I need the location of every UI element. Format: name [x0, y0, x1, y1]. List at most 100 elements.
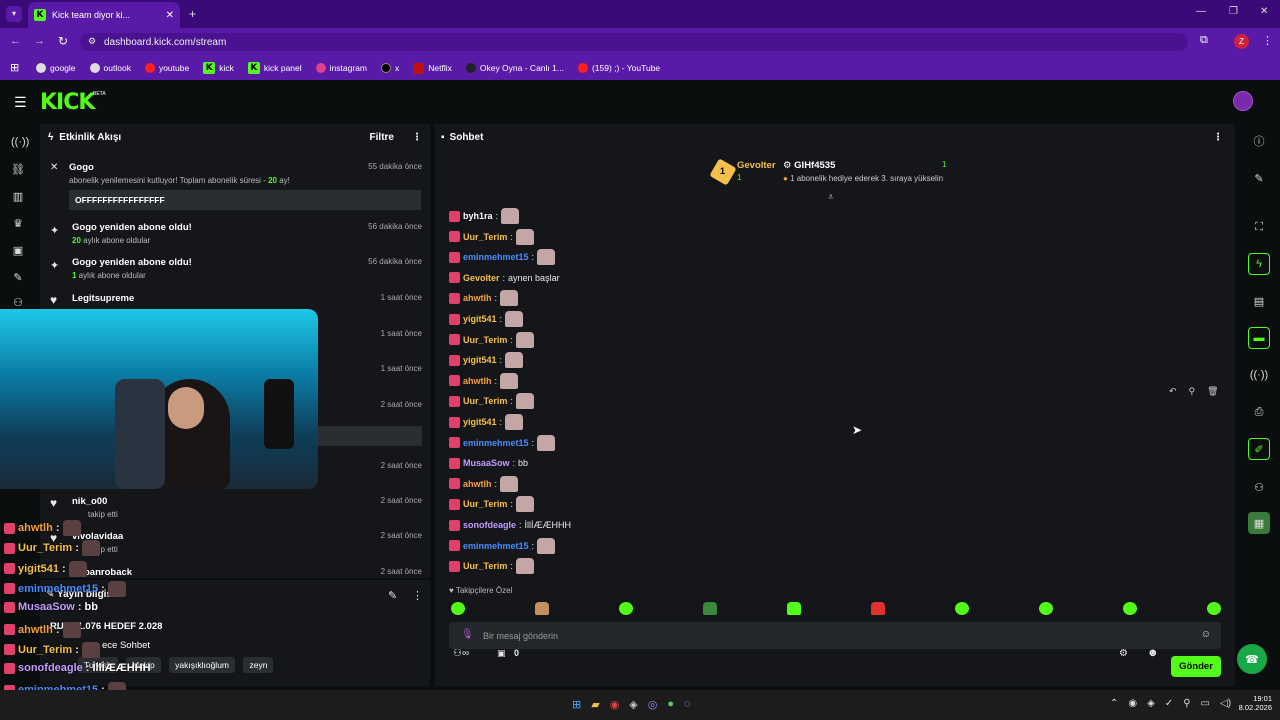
link-icon[interactable]: ⛓ [11, 163, 25, 177]
users-icon[interactable]: ⚇ [11, 296, 25, 310]
chat-input[interactable]: 🎙 Bir mesaj gönderin ☺ [449, 622, 1221, 649]
hamburger-menu-icon[interactable]: ☰ [14, 94, 27, 111]
reload-icon[interactable]: ↻ [58, 34, 68, 48]
chat-username[interactable]: yigit541 [463, 355, 497, 365]
chat-username[interactable]: ahwtlh [463, 293, 492, 303]
minimize-icon[interactable]: — [1196, 6, 1206, 17]
broadcast-icon[interactable]: ((·)) [1248, 364, 1270, 386]
mic-icon[interactable]: 🎙 [461, 629, 474, 640]
chat-message[interactable]: ahwtlh: [449, 371, 519, 391]
analytics-icon[interactable]: ▥ [11, 190, 25, 204]
chat-username[interactable]: Uur_Terim [463, 396, 507, 406]
emote-icon[interactable] [703, 602, 717, 615]
clipboard-icon[interactable]: ▤ [1248, 290, 1270, 312]
chat-username[interactable]: Uur_Terim [463, 232, 507, 242]
tray-mic-icon[interactable]: ⚲ [1183, 698, 1190, 709]
emote-icon[interactable] [787, 602, 801, 615]
print-icon[interactable]: ⎙ [1248, 401, 1270, 423]
chat-menu-icon[interactable]: ⋮ [1213, 132, 1223, 143]
chat-username[interactable]: yigit541 [463, 314, 497, 324]
user-avatar[interactable] [1233, 91, 1253, 111]
emote-icon[interactable] [1207, 602, 1221, 615]
chat-message[interactable]: eminmehmet15: [449, 536, 556, 556]
site-info-icon[interactable]: ⚙ [88, 36, 96, 47]
game-icon[interactable]: ▦ [1248, 512, 1270, 534]
network-icon[interactable]: ▭ [1201, 698, 1210, 709]
close-window-icon[interactable]: ✕ [1260, 6, 1268, 17]
filter-button[interactable]: Filtre [370, 132, 394, 143]
edit-info-icon[interactable]: ✎ [388, 589, 397, 602]
chat-username[interactable]: eminmehmet15 [463, 252, 529, 262]
emote-icon[interactable] [871, 602, 885, 615]
chat-username[interactable]: yigit541 [463, 417, 497, 427]
emote-icon[interactable] [535, 602, 549, 615]
apps-grid-icon[interactable]: ⊞ [10, 61, 19, 74]
pin-icon[interactable]: ⚲ [1189, 386, 1196, 397]
bookmark-outlook[interactable]: outlook [89, 63, 131, 73]
profile-avatar[interactable]: Z [1234, 34, 1249, 49]
send-button[interactable]: Gönder [1171, 656, 1221, 677]
video-icon[interactable]: ▣ [11, 244, 25, 258]
emote-icon[interactable] [955, 602, 969, 615]
chat-message[interactable]: eminmehmet15: [449, 433, 556, 453]
chat-username[interactable]: sonofdeagle [463, 520, 516, 530]
extensions-icon[interactable]: ⧉ [1200, 34, 1208, 47]
tools-icon[interactable]: ✐ [1248, 438, 1270, 460]
bookmark-instagram[interactable]: instagram [315, 63, 367, 73]
spotify-icon[interactable]: ● [667, 698, 674, 711]
bookmark-kick-panel[interactable]: Kkick panel [247, 62, 302, 74]
collapse-icon[interactable]: ⩡ [828, 192, 834, 203]
chat-username[interactable]: ahwtlh [463, 479, 492, 489]
bookmark-youtube-video[interactable]: (159) ;) - YouTube [577, 63, 660, 73]
bookmark-youtube[interactable]: youtube [144, 63, 189, 73]
steam-icon[interactable]: ◈ [629, 698, 637, 711]
chrome-icon[interactable]: ◉ [610, 698, 620, 711]
tray-app-icon[interactable]: ◉ [1128, 698, 1137, 709]
chat-message[interactable]: Uur_Terim: [449, 330, 534, 350]
chat-message[interactable]: ahwtlh: [449, 474, 519, 494]
chat-message[interactable]: eminmehmet15: [449, 247, 556, 267]
tray-expand-icon[interactable]: ⌃ [1110, 698, 1118, 709]
delete-icon[interactable]: 🗑 [1207, 386, 1218, 397]
obs-icon[interactable]: ◌ [684, 698, 691, 711]
emote-icon[interactable] [451, 602, 465, 615]
bookmark-netflix[interactable]: Netflix [413, 62, 452, 74]
discord-icon[interactable]: ◎ [648, 698, 658, 711]
close-tab-icon[interactable]: ✕ [166, 10, 174, 21]
bookmark-kick[interactable]: Kkick [203, 62, 234, 74]
chat-message[interactable]: Gevolter: aynen başlar [449, 268, 560, 288]
tab-search-icon[interactable]: ▾ [6, 6, 22, 22]
support-icon[interactable]: ☎ [1237, 644, 1267, 674]
chat-message[interactable]: Uur_Terim: [449, 494, 534, 514]
bookmark-x[interactable]: x [380, 63, 399, 73]
chat-username[interactable]: eminmehmet15 [463, 541, 529, 551]
bookmark-okey[interactable]: Okey Oyna - Canlı 1... [465, 63, 564, 73]
chat-settings-icon[interactable]: ⚙ [1119, 648, 1128, 659]
chat-username[interactable]: Uur_Terim [463, 499, 507, 509]
trophy-icon[interactable]: ♛ [11, 217, 25, 231]
chat-username[interactable]: Uur_Terim [463, 335, 507, 345]
wrench-icon[interactable]: ✎ [11, 271, 25, 285]
info-icon[interactable]: ⓘ [1248, 130, 1270, 152]
folder-icon[interactable]: ▰ [591, 698, 599, 711]
chat-message[interactable]: Uur_Terim: [449, 556, 534, 576]
chat-username[interactable]: ahwtlh [463, 376, 492, 386]
forward-icon[interactable]: → [34, 35, 45, 47]
bookmark-google[interactable]: google [36, 63, 76, 73]
url-input[interactable]: ⚙ dashboard.kick.com/stream [80, 33, 1188, 51]
chat-username[interactable]: eminmehmet15 [463, 438, 529, 448]
new-tab-icon[interactable]: + [189, 7, 196, 21]
points-icon[interactable]: ⚇∞ [453, 648, 469, 659]
reply-icon[interactable]: ↶ [1169, 386, 1177, 397]
chat-username[interactable]: Uur_Terim [463, 561, 507, 571]
browser-tab[interactable]: K Kick team diyor ki... ✕ [28, 2, 180, 28]
chat-message[interactable]: byh1ra: [449, 206, 520, 226]
emote-icon[interactable] [1039, 602, 1053, 615]
chat-message[interactable]: Uur_Terim: [449, 227, 534, 247]
emote-icon[interactable] [619, 602, 633, 615]
activity-menu-icon[interactable]: ⋮ [412, 132, 422, 143]
share-icon[interactable]: ⚇ [1248, 476, 1270, 498]
chat-message[interactable]: yigit541: [449, 412, 524, 432]
quick-action-icon[interactable]: ϟ [1248, 253, 1270, 275]
start-icon[interactable]: ⊞ [572, 698, 581, 711]
